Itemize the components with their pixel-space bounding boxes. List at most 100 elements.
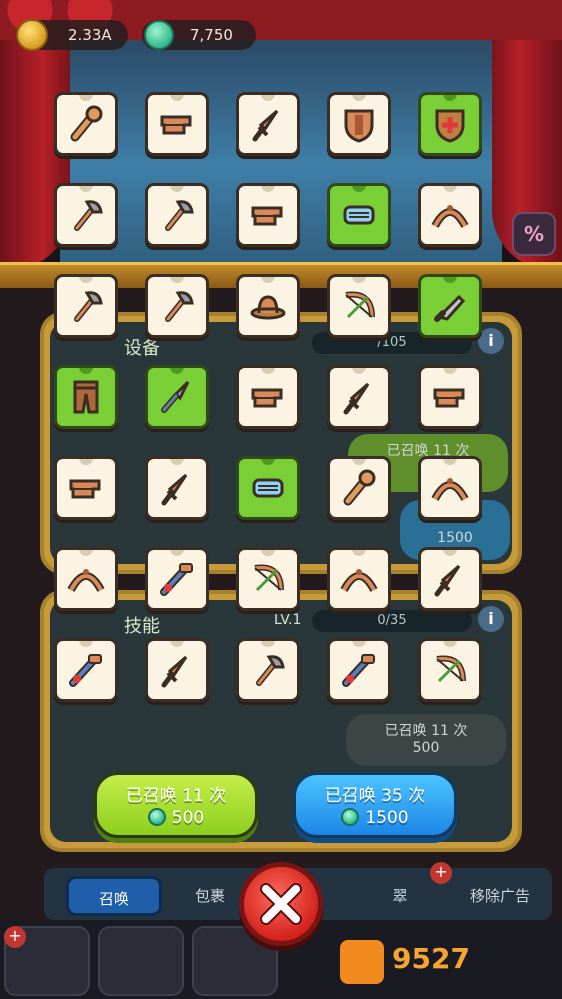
- item-card[interactable]: [418, 183, 482, 247]
- dagger-icon: [252, 109, 279, 142]
- dagger-icon: [343, 382, 370, 415]
- character-slot[interactable]: [98, 926, 184, 996]
- gold-amount: 2.33A: [68, 26, 112, 44]
- item-card[interactable]: [327, 274, 391, 338]
- block-icon: [433, 388, 465, 408]
- item-card[interactable]: [54, 547, 118, 611]
- axe-icon: [74, 200, 103, 231]
- item-card[interactable]: [327, 183, 391, 247]
- item-card[interactable]: [327, 456, 391, 520]
- item-card[interactable]: [418, 547, 482, 611]
- item-card[interactable]: [145, 638, 209, 702]
- item-card[interactable]: [418, 274, 482, 338]
- skill-cost: 500: [412, 740, 440, 756]
- item-card[interactable]: [236, 274, 300, 338]
- add-icon[interactable]: +: [4, 926, 26, 948]
- item-card[interactable]: [327, 365, 391, 429]
- item-card[interactable]: [236, 456, 300, 520]
- item-card[interactable]: [54, 183, 118, 247]
- tab-jade[interactable]: 翠: [370, 876, 430, 916]
- item-card[interactable]: [236, 365, 300, 429]
- crown-icon: [67, 569, 105, 593]
- item-card[interactable]: [145, 365, 209, 429]
- item-card[interactable]: [145, 547, 209, 611]
- mask-icon: [343, 205, 375, 225]
- gem-icon: [144, 20, 174, 50]
- item-card[interactable]: [327, 638, 391, 702]
- item-card[interactable]: [54, 638, 118, 702]
- item-card[interactable]: [145, 183, 209, 247]
- dagger-icon: [161, 473, 188, 506]
- shield-icon: [344, 109, 374, 143]
- bow-icon: [345, 291, 375, 319]
- gun-icon: [160, 563, 193, 596]
- skill-summon-button-bg[interactable]: 已召唤 11 次 500: [346, 714, 506, 766]
- bow-icon: [436, 655, 466, 683]
- summon-35-label: 已召唤 35 次: [324, 786, 426, 806]
- item-card[interactable]: [418, 92, 482, 156]
- percent-button[interactable]: %: [512, 212, 556, 256]
- item-card[interactable]: [54, 365, 118, 429]
- item-card[interactable]: [145, 92, 209, 156]
- spear-icon: [161, 380, 190, 413]
- knife-icon: [434, 294, 466, 322]
- summon-result-grid: [54, 92, 490, 702]
- item-card[interactable]: [236, 638, 300, 702]
- tab-remove-ads[interactable]: 移除广告: [452, 876, 548, 916]
- dagger-icon: [434, 564, 461, 597]
- gem-icon: [341, 808, 360, 826]
- item-card[interactable]: [54, 274, 118, 338]
- gun-icon: [69, 654, 102, 687]
- watermark-logo: 9527: [340, 940, 550, 984]
- skill-summon-label: 已召唤 11 次: [384, 723, 468, 739]
- horse-logo-icon: [340, 940, 384, 984]
- crown-icon: [431, 205, 469, 229]
- gun-icon: [342, 654, 375, 687]
- club-icon: [343, 469, 376, 506]
- item-card[interactable]: [236, 547, 300, 611]
- gold-counter: 2.33A: [16, 19, 128, 51]
- item-card[interactable]: [145, 456, 209, 520]
- item-card[interactable]: [145, 274, 209, 338]
- gem-counter: 7,750: [142, 20, 256, 50]
- crown-icon: [340, 569, 378, 593]
- axe-icon: [165, 200, 194, 231]
- summon-11-label: 已召唤 11 次: [125, 786, 227, 806]
- green-shield-icon: [435, 109, 465, 143]
- block-icon: [69, 479, 101, 499]
- item-card[interactable]: [418, 638, 482, 702]
- item-card[interactable]: [54, 92, 118, 156]
- summon-35-cost: 1500: [365, 808, 409, 828]
- mask-icon: [252, 478, 284, 498]
- summon-screen: 2.33A 7,750 % 设备 /105 i 已召唤 11 次 1500 技能…: [0, 0, 562, 999]
- tab-summon[interactable]: 召唤: [66, 876, 162, 916]
- item-card[interactable]: [236, 92, 300, 156]
- hat-icon: [250, 295, 286, 320]
- gem-icon: [147, 808, 166, 826]
- block-icon: [251, 206, 283, 226]
- watermark-text: 9527: [392, 942, 470, 975]
- pants-icon: [73, 380, 99, 414]
- axe-icon: [256, 655, 285, 686]
- notification-dot: +: [430, 862, 452, 884]
- close-icon: [260, 883, 302, 925]
- summon-11-cost: 500: [171, 808, 205, 828]
- summon-35-button[interactable]: 已召唤 35 次 1500: [293, 772, 457, 838]
- item-card[interactable]: [236, 183, 300, 247]
- close-button[interactable]: [239, 862, 323, 946]
- item-card[interactable]: [418, 456, 482, 520]
- gold-coin-icon: [16, 19, 48, 51]
- axe-icon: [165, 291, 194, 322]
- item-card[interactable]: [54, 456, 118, 520]
- gem-amount: 7,750: [190, 26, 233, 44]
- item-card[interactable]: [327, 92, 391, 156]
- item-card[interactable]: [418, 365, 482, 429]
- crown-icon: [431, 478, 469, 502]
- bow-icon: [254, 564, 284, 592]
- item-card[interactable]: [327, 547, 391, 611]
- summon-11-button[interactable]: 已召唤 11 次 500: [94, 772, 258, 838]
- tab-inventory[interactable]: 包裹: [170, 876, 250, 916]
- axe-icon: [74, 291, 103, 322]
- block-icon: [160, 115, 192, 135]
- dagger-icon: [161, 655, 188, 688]
